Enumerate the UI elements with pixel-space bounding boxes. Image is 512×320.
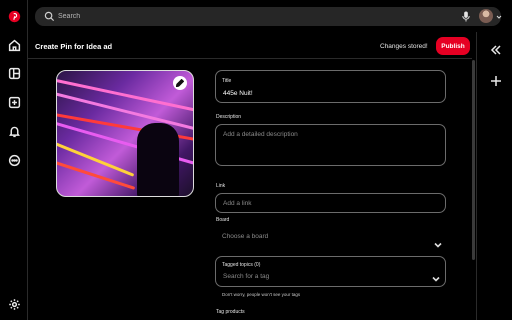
scrollbar-thumb[interactable] [472, 60, 475, 260]
search-bar[interactable] [35, 7, 501, 26]
publish-button[interactable]: Publish [436, 37, 470, 55]
page-title: Create Pin for Idea ad [35, 42, 113, 51]
tag-products-label: Tag products [216, 309, 245, 315]
chevron-down-icon[interactable] [496, 14, 502, 20]
settings-icon[interactable] [6, 296, 22, 312]
edit-image-button[interactable] [173, 76, 187, 90]
microphone-icon[interactable] [461, 11, 471, 22]
left-rail [0, 0, 28, 320]
title-value[interactable]: 445e Nuit! [223, 90, 253, 97]
top-bar [28, 0, 512, 32]
board-dropdown[interactable]: Choose a board [215, 227, 446, 248]
messages-icon[interactable] [6, 152, 22, 168]
search-icon [44, 11, 55, 22]
link-field[interactable]: Add a link [215, 193, 446, 213]
title-field[interactable]: Title 445e Nuit! [215, 70, 446, 103]
chevron-down-icon [434, 235, 442, 248]
board-label: Board [216, 217, 230, 223]
tagged-topics-label: Tagged topics (0) [222, 262, 261, 268]
bell-icon[interactable] [6, 123, 22, 139]
chevron-down-icon[interactable] [432, 269, 440, 282]
scrollbar[interactable] [472, 60, 475, 320]
pinterest-logo-icon[interactable] [6, 8, 22, 24]
link-label: Link [216, 183, 226, 189]
title-label: Title [222, 78, 232, 84]
save-status-text: Changes stored! [380, 43, 428, 50]
create-icon[interactable] [6, 94, 22, 110]
silhouette [137, 123, 179, 196]
avatar[interactable] [479, 9, 493, 23]
add-icon[interactable] [490, 74, 502, 86]
description-label: Description [216, 114, 242, 120]
link-placeholder: Add a link [223, 200, 252, 207]
page-header: Create Pin for Idea ad Changes stored! P… [28, 32, 472, 59]
collapse-panel-icon[interactable] [490, 43, 502, 55]
tags-helper-text: Don't worry, people won't see your tags [222, 292, 301, 297]
pin-image-preview [56, 70, 194, 197]
description-placeholder: Add a detailed description [223, 131, 298, 138]
description-field[interactable]: Add a detailed description [215, 124, 446, 166]
right-panel [476, 32, 512, 320]
tagged-topics-field[interactable]: Tagged topics (0) Search for a tag [215, 256, 446, 287]
home-icon[interactable] [6, 37, 22, 53]
layout-icon[interactable] [6, 65, 22, 81]
tag-search-placeholder: Search for a tag [223, 273, 270, 280]
board-placeholder: Choose a board [222, 233, 269, 240]
pencil-icon [176, 79, 184, 87]
search-input[interactable] [58, 9, 448, 24]
